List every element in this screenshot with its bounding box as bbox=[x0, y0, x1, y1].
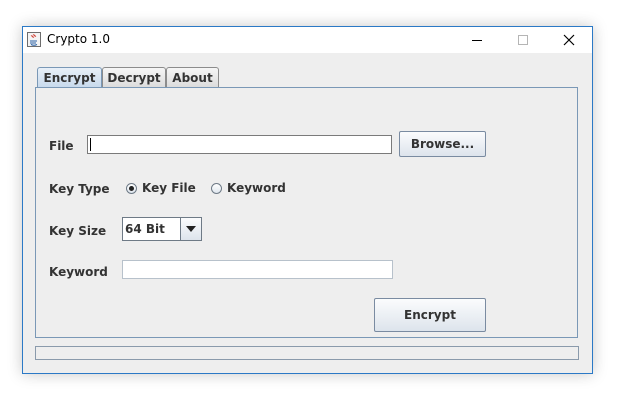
browse-button[interactable]: Browse... bbox=[399, 131, 486, 157]
radio-checked-icon[interactable] bbox=[126, 182, 137, 194]
key-size-label: Key Size bbox=[49, 224, 107, 238]
file-label: File bbox=[49, 139, 74, 153]
key-type-label: Key Type bbox=[49, 182, 110, 196]
key-file-radio[interactable]: Key File bbox=[126, 181, 196, 195]
encrypt-panel: File Browse... Key Type Key File Keyword… bbox=[35, 87, 578, 338]
close-icon bbox=[563, 34, 575, 46]
close-button[interactable] bbox=[546, 27, 592, 53]
keyword-input[interactable] bbox=[122, 260, 393, 279]
app-window: Crypto 1.0 Encrypt Decrypt About File Br… bbox=[22, 26, 593, 374]
radio-unchecked-icon[interactable] bbox=[211, 182, 222, 194]
minimize-button[interactable] bbox=[454, 27, 500, 53]
key-size-select[interactable]: 64 Bit bbox=[122, 217, 202, 241]
progress-bar bbox=[35, 346, 579, 360]
java-app-icon bbox=[27, 32, 41, 47]
key-file-radio-label: Key File bbox=[142, 181, 196, 195]
chevron-down-icon[interactable] bbox=[180, 218, 201, 240]
keyword-radio[interactable]: Keyword bbox=[211, 181, 286, 195]
keyword-label: Keyword bbox=[49, 265, 108, 279]
file-path-input[interactable] bbox=[87, 135, 392, 154]
window-title: Crypto 1.0 bbox=[47, 32, 110, 46]
tab-about[interactable]: About bbox=[166, 67, 219, 87]
tab-decrypt[interactable]: Decrypt bbox=[102, 67, 166, 87]
keyword-radio-label: Keyword bbox=[227, 181, 286, 195]
title-bar[interactable]: Crypto 1.0 bbox=[23, 27, 592, 53]
tab-encrypt[interactable]: Encrypt bbox=[37, 67, 102, 88]
key-size-value: 64 Bit bbox=[125, 222, 165, 236]
encrypt-button[interactable]: Encrypt bbox=[374, 298, 486, 332]
maximize-button[interactable] bbox=[500, 27, 546, 53]
